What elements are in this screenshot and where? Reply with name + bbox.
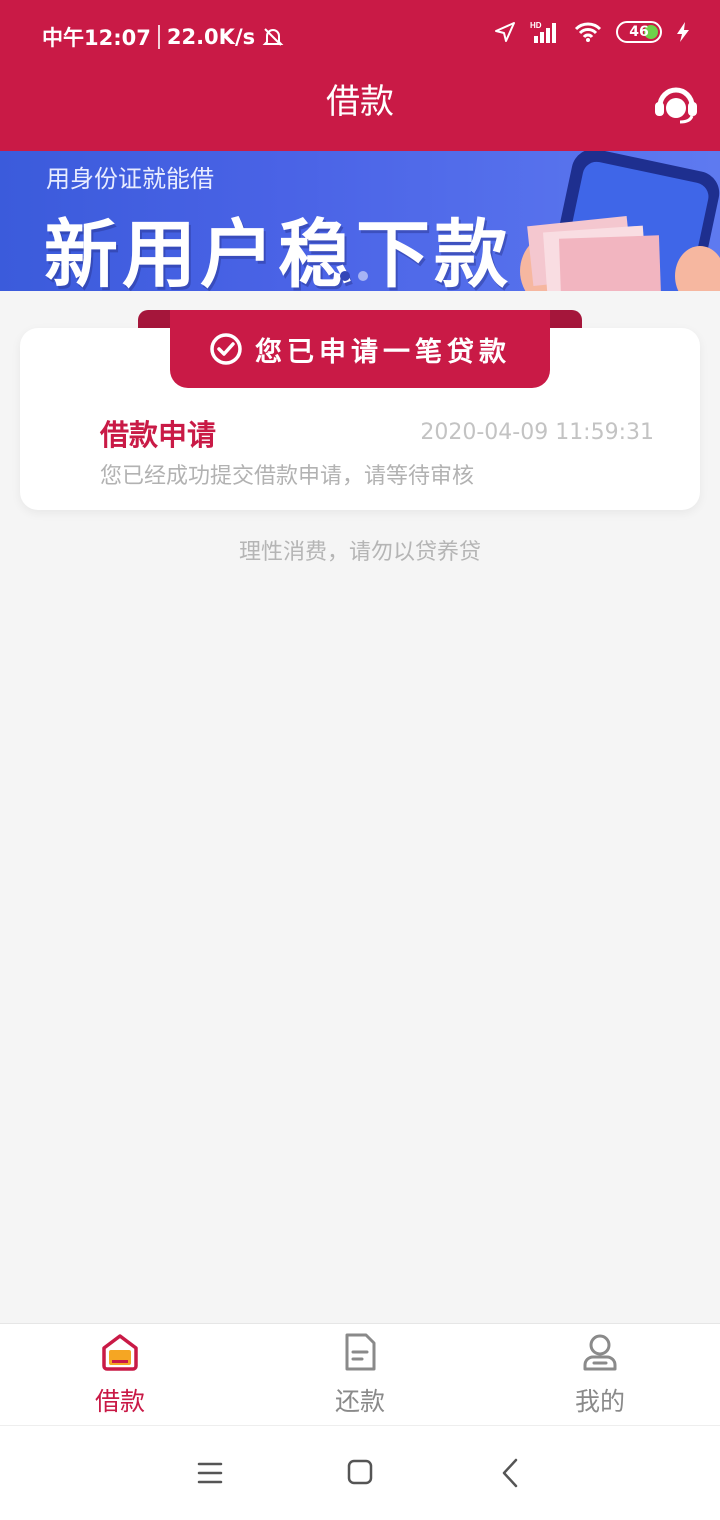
- status-separator: [157, 25, 160, 49]
- home-square-icon[interactable]: [340, 1458, 380, 1488]
- system-nav-bar: [0, 1425, 720, 1520]
- svg-text:HD: HD: [530, 21, 542, 30]
- signal-icon: HD: [530, 21, 556, 43]
- card-timestamp: 2020-04-09 11:59:31: [420, 420, 654, 445]
- user-icon: [583, 1334, 617, 1371]
- card-title: 借款申请: [100, 418, 217, 452]
- wifi-icon: [574, 22, 602, 42]
- top-bar: 中午12:07 22.0K/s HD 46 借款: [0, 0, 720, 151]
- banner-dot[interactable]: [358, 271, 368, 281]
- card-description: 您已经成功提交借款申请，请等待审核: [100, 464, 475, 489]
- home-icon: [102, 1334, 138, 1371]
- tab-label: 借款: [94, 1387, 145, 1416]
- promo-banner[interactable]: 用身份证就能借 新用户稳下款: [0, 151, 720, 291]
- back-icon[interactable]: [492, 1458, 532, 1488]
- tab-label: 我的: [574, 1387, 625, 1416]
- tab-loan[interactable]: 借款: [0, 1324, 240, 1425]
- risk-notice: 理性消费，请勿以贷养贷: [238, 540, 481, 565]
- banner-dot[interactable]: [340, 271, 350, 281]
- ribbon-text: 您已申请一笔贷款: [255, 336, 511, 368]
- status-right: HD 46: [494, 20, 690, 44]
- charging-icon: [677, 22, 689, 42]
- mute-bell-icon: [262, 28, 284, 46]
- menu-icon[interactable]: [190, 1458, 230, 1488]
- page-title: 借款: [326, 82, 394, 122]
- customer-service-icon[interactable]: [652, 84, 700, 124]
- location-icon: [495, 22, 515, 42]
- check-circle-icon: [210, 333, 242, 365]
- battery-level: 46: [629, 24, 649, 40]
- document-icon: [345, 1333, 376, 1371]
- battery-indicator: 46: [616, 21, 662, 43]
- tab-label: 还款: [334, 1387, 385, 1416]
- application-ribbon: 您已申请一笔贷款: [170, 310, 550, 388]
- banner-subtitle: 用身份证就能借: [46, 165, 214, 193]
- banner-pagination: [340, 271, 368, 281]
- status-network-speed: 22.0K/s: [166, 25, 256, 49]
- tab-repay[interactable]: 还款: [240, 1324, 480, 1425]
- status-bar: 中午12:07 22.0K/s HD 46: [0, 0, 720, 70]
- phone-cash-illustration: [520, 151, 720, 291]
- status-time: 中午12:07: [42, 26, 151, 50]
- tab-mine[interactable]: 我的: [480, 1324, 720, 1425]
- bottom-tab-bar: 借款 还款 我的: [0, 1323, 720, 1425]
- status-left: 中午12:07 22.0K/s: [42, 22, 285, 52]
- banner-headline: 新用户稳下款: [44, 212, 512, 291]
